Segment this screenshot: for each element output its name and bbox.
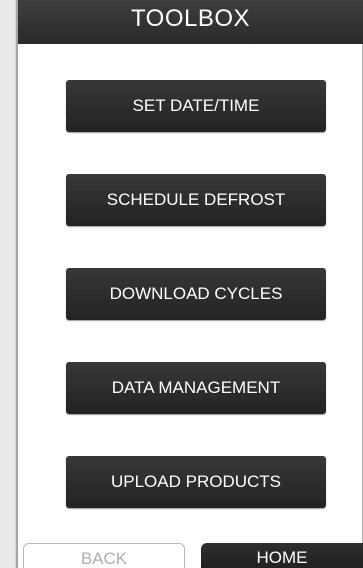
home-button-label: HOME <box>256 548 308 567</box>
home-button[interactable]: HOME <box>201 543 363 568</box>
back-button-label: BACK <box>80 549 128 568</box>
button-label: DATA MANAGEMENT <box>111 378 281 397</box>
button-label: DOWNLOAD CYCLES <box>109 284 283 303</box>
toolbox-screen: TOOLBOX SET DATE/TIME SCHEDULE DEFROST D… <box>0 0 363 568</box>
button-label: SCHEDULE DEFROST <box>106 190 286 209</box>
left-border <box>0 0 18 568</box>
upload-products-button[interactable]: UPLOAD PRODUCTS <box>66 456 326 508</box>
data-management-button[interactable]: DATA MANAGEMENT <box>66 362 326 414</box>
button-label: UPLOAD PRODUCTS <box>110 472 282 491</box>
button-label: SET DATE/TIME <box>132 96 260 115</box>
title-bar: TOOLBOX <box>18 0 363 44</box>
page-title: TOOLBOX <box>130 5 251 32</box>
schedule-defrost-button[interactable]: SCHEDULE DEFROST <box>66 174 326 226</box>
download-cycles-button[interactable]: DOWNLOAD CYCLES <box>66 268 326 320</box>
back-button[interactable]: BACK <box>23 543 185 568</box>
set-date-time-button[interactable]: SET DATE/TIME <box>66 80 326 132</box>
